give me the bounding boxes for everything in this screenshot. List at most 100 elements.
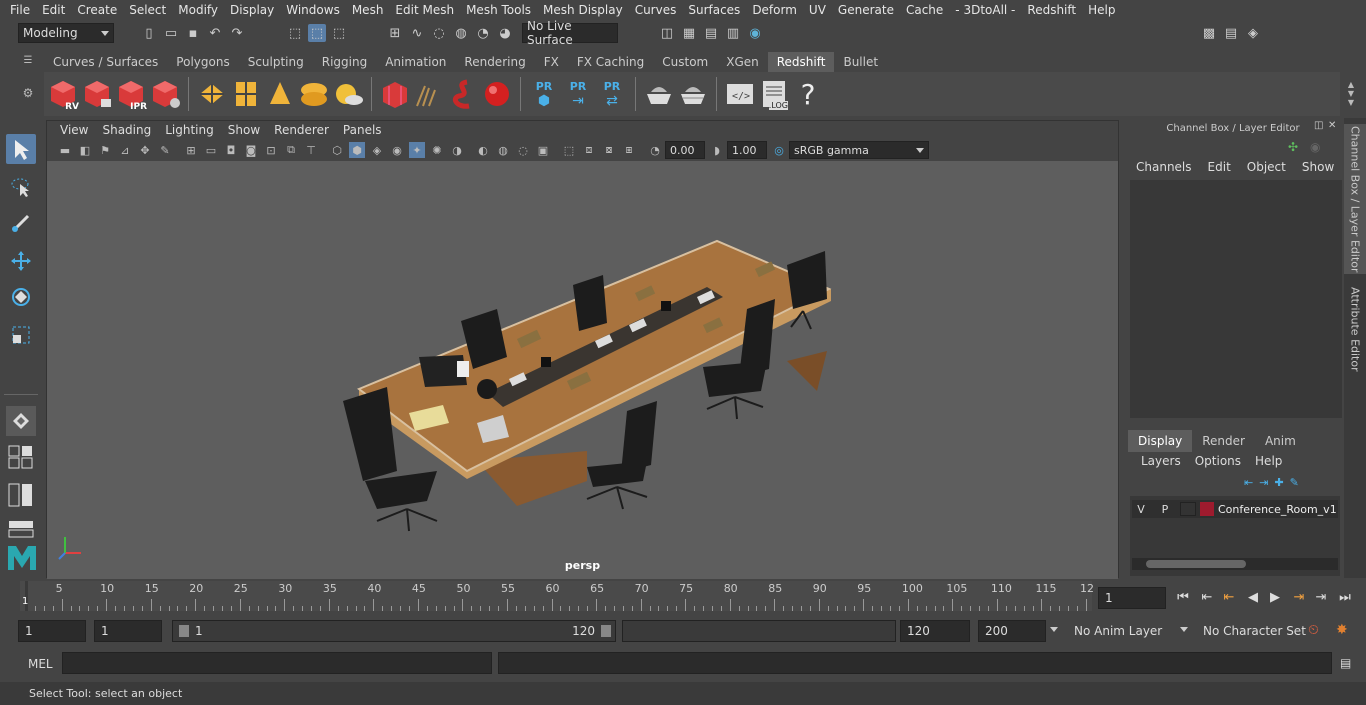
speed-icon[interactable]: ◉: [1310, 140, 1320, 154]
menu-curves[interactable]: Curves: [629, 3, 683, 17]
live-surface-field[interactable]: No Live Surface: [522, 19, 618, 47]
move-layer-up-icon[interactable]: ⇤: [1244, 476, 1253, 489]
menu-cache[interactable]: Cache: [900, 3, 949, 17]
layout-icon[interactable]: ▤: [1222, 24, 1240, 42]
wireframe-on-shaded-icon[interactable]: ◈: [369, 142, 385, 158]
rs-bake-set-button[interactable]: [677, 76, 709, 112]
snap-view-icon[interactable]: ◍: [452, 24, 470, 42]
range-bar[interactable]: 1 120: [172, 620, 616, 642]
menu-create[interactable]: Create: [71, 3, 123, 17]
rs-hair-button[interactable]: [413, 76, 445, 112]
exposure-field[interactable]: 0.00: [665, 141, 705, 159]
layer-hscroll-thumb[interactable]: [1146, 560, 1246, 568]
safe-title-icon[interactable]: ⊤: [303, 142, 319, 158]
smooth-shade-icon[interactable]: ⬢: [349, 142, 365, 158]
render-settings-icon[interactable]: ▥: [724, 24, 742, 42]
current-frame-field[interactable]: 1: [1098, 587, 1166, 609]
motion-blur-icon[interactable]: ◐: [475, 142, 491, 158]
anim-prefs-icon[interactable]: ✸: [1336, 622, 1348, 638]
layer-tab-display[interactable]: Display: [1128, 430, 1193, 452]
rs-sun-sky-button[interactable]: [332, 76, 364, 112]
exposure-icon[interactable]: ◔: [647, 142, 663, 158]
select-hierarchy-icon[interactable]: ⬚: [286, 24, 304, 42]
layer-type-toggle[interactable]: [1180, 502, 1196, 516]
layout-split-button[interactable]: [6, 480, 36, 510]
rs-tile-button[interactable]: [230, 76, 262, 112]
rs-spotlight-button[interactable]: [264, 76, 296, 112]
menu-display[interactable]: Display: [224, 3, 280, 17]
menu-mesh[interactable]: Mesh: [346, 3, 390, 17]
shelf-tab-curves-surfaces[interactable]: Curves / Surfaces: [44, 52, 167, 72]
panel-float-icon[interactable]: ◫: [1314, 120, 1323, 131]
shelf-gear-icon[interactable]: ⚙: [20, 86, 36, 100]
gate-mask-icon[interactable]: ◙: [243, 142, 259, 158]
rotate-tool[interactable]: [6, 282, 36, 312]
soft-select-tool[interactable]: [6, 406, 36, 436]
grease-pencil-icon[interactable]: ✎: [157, 142, 173, 158]
snap-grid-icon[interactable]: ⊞: [386, 24, 404, 42]
shelf-tab-sculpting[interactable]: Sculpting: [239, 52, 313, 72]
snap-curve-icon[interactable]: ∿: [408, 24, 426, 42]
rs-sphere-button[interactable]: [481, 76, 513, 112]
field-chart-icon[interactable]: ⊡: [263, 142, 279, 158]
play-forward-icon[interactable]: ▶: [1268, 590, 1282, 605]
channel-list[interactable]: [1130, 180, 1342, 418]
tab-channel-box[interactable]: Channel Box / Layer Editor: [1344, 124, 1366, 274]
rs-script-button[interactable]: </>: [724, 76, 756, 112]
rs-mesh-light-button[interactable]: [379, 76, 411, 112]
layer-tab-anim[interactable]: Anim: [1255, 430, 1306, 452]
step-back-key-icon[interactable]: ⇤: [1222, 590, 1236, 605]
menu-help[interactable]: Help: [1082, 3, 1121, 17]
rs-pr-swap-button[interactable]: PR ⇄: [596, 76, 628, 112]
viewport-menu-renderer[interactable]: Renderer: [267, 123, 336, 137]
save-scene-icon[interactable]: ▪: [184, 24, 202, 42]
menu-surfaces[interactable]: Surfaces: [682, 3, 746, 17]
snap-point-icon[interactable]: ◌: [430, 24, 448, 42]
rs-domelight-button[interactable]: [298, 76, 330, 112]
tab-attribute-editor[interactable]: Attribute Editor: [1344, 284, 1366, 374]
rs-pr-object-button[interactable]: PR ⬢: [528, 76, 560, 112]
menu-deform[interactable]: Deform: [746, 3, 803, 17]
shelf-menu-icon[interactable]: ☰: [20, 55, 36, 66]
menu-3dtoall[interactable]: - 3DtoAll -: [949, 3, 1021, 17]
menu-redshift[interactable]: Redshift: [1021, 3, 1082, 17]
range-start-handle[interactable]: [179, 625, 189, 637]
menu-mesh-display[interactable]: Mesh Display: [537, 3, 629, 17]
workspace-dropdown[interactable]: Modeling: [18, 23, 114, 43]
shelf-tab-rigging[interactable]: Rigging: [313, 52, 376, 72]
menu-edit-mesh[interactable]: Edit Mesh: [389, 3, 460, 17]
range-track[interactable]: [622, 620, 896, 642]
anim-layer-dropdown[interactable]: No Anim Layer: [1074, 624, 1162, 638]
layer-menu-layers[interactable]: Layers: [1134, 454, 1188, 472]
go-to-end-icon[interactable]: ⏭: [1338, 590, 1352, 605]
rs-pr-export-button[interactable]: PR ⇥: [562, 76, 594, 112]
menu-modify[interactable]: Modify: [172, 3, 224, 17]
layout-outliner-button[interactable]: [6, 514, 36, 544]
render-frame-icon[interactable]: ▦: [680, 24, 698, 42]
viewport-menu-panels[interactable]: Panels: [336, 123, 389, 137]
rs-ipr-button[interactable]: IPR: [115, 76, 147, 112]
colorspace-dropdown[interactable]: sRGB gamma: [789, 141, 929, 159]
snap-surface-icon[interactable]: ◔: [474, 24, 492, 42]
color-management-icon[interactable]: ◎: [771, 142, 787, 158]
layer-menu-options[interactable]: Options: [1188, 454, 1248, 472]
shelf-tab-bullet[interactable]: Bullet: [834, 52, 887, 72]
channel-menu-edit[interactable]: Edit: [1200, 160, 1239, 178]
command-input[interactable]: [62, 652, 492, 674]
layout-quad-button[interactable]: [6, 442, 36, 472]
anim-layer-arrow[interactable]: [1050, 627, 1058, 632]
rs-bake-button[interactable]: [643, 76, 675, 112]
layer-row[interactable]: V P Conference_Room_v1: [1132, 500, 1338, 518]
step-forward-icon[interactable]: ⇥: [1314, 590, 1328, 605]
shelf-tab-redshift[interactable]: Redshift: [767, 52, 835, 72]
playback-start-field[interactable]: 1: [94, 620, 162, 642]
textured-icon[interactable]: ◉: [389, 142, 405, 158]
depth-of-field-icon[interactable]: ◌: [515, 142, 531, 158]
resolution-gate-icon[interactable]: ◘: [223, 142, 239, 158]
start-time-field[interactable]: 1: [18, 620, 86, 642]
hud-icon[interactable]: ⧆: [621, 142, 637, 158]
layer-visibility-toggle[interactable]: V: [1132, 503, 1150, 516]
move-layer-down-icon[interactable]: ⇥: [1259, 476, 1268, 489]
menu-file[interactable]: File: [4, 3, 36, 17]
isolate-select-icon[interactable]: ⬚: [561, 142, 577, 158]
